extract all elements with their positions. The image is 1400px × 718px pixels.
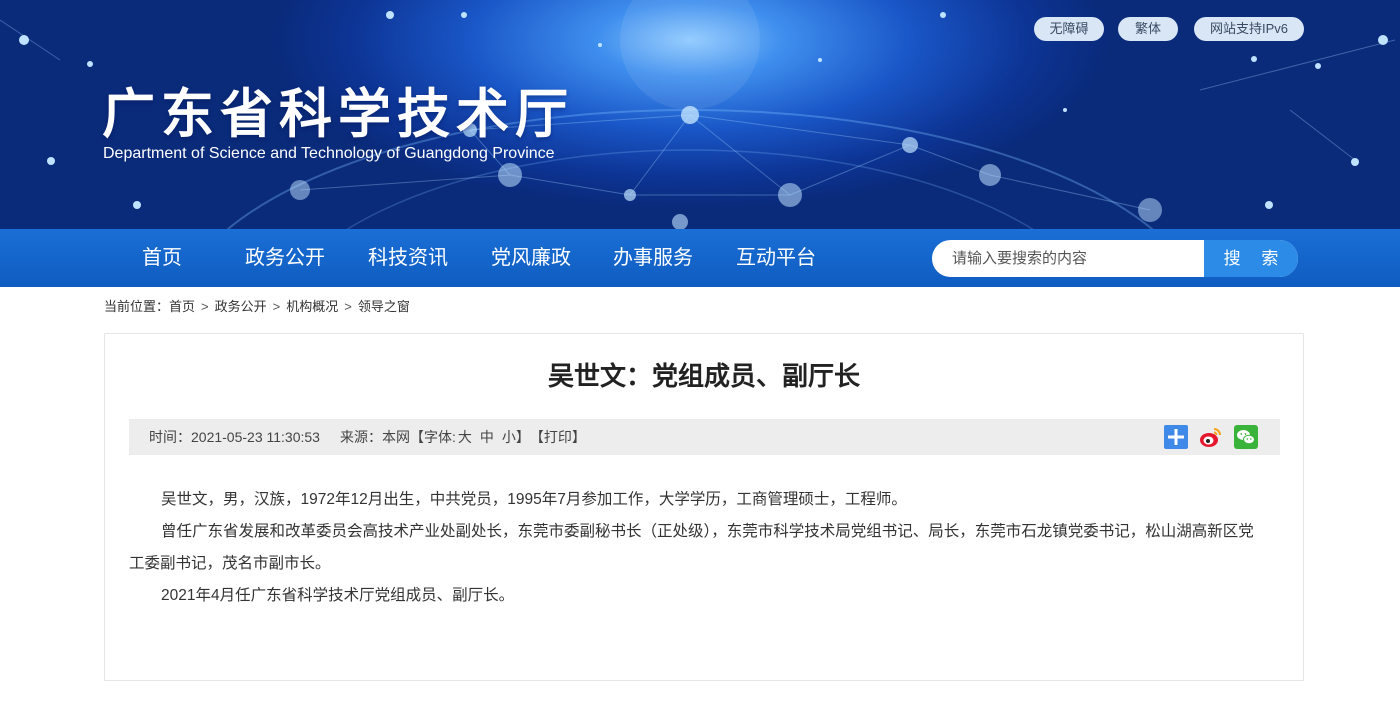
print-link[interactable]: 【打印】 <box>530 419 586 455</box>
article-title: 吴世文：党组成员、副厅长 <box>547 362 860 392</box>
ipv6-support-link[interactable]: 网站支持IPv6 <box>1194 17 1304 41</box>
breadcrumb-separator: > <box>344 299 352 314</box>
article-paragraph: 2021年4月任广东省科学技术厅党组成员、副厅长。 <box>161 587 515 604</box>
breadcrumb-leadership[interactable]: 领导之窗 <box>358 298 410 316</box>
nav-item-interaction[interactable]: 互动平台 <box>736 229 816 287</box>
search-box: 搜 索 <box>932 240 1298 277</box>
header-banner: 广东省科学技术厅 Department of Science and Techn… <box>0 0 1400 230</box>
search-input[interactable] <box>932 240 1204 277</box>
site-title: 广东省科学技术厅 <box>102 84 574 145</box>
article-body: 吴世文，男，汉族，1972年12月出生，中共党员，1995年7月参加工作，大学学… <box>129 484 1269 612</box>
traditional-chinese-link[interactable]: 繁体 <box>1118 17 1178 41</box>
search-button[interactable]: 搜 索 <box>1204 240 1298 277</box>
breadcrumb-home[interactable]: 首页 <box>169 298 195 316</box>
nav-item-sci-tech-news[interactable]: 科技资讯 <box>368 229 448 287</box>
nav-item-government-affairs[interactable]: 政务公开 <box>245 229 325 287</box>
breadcrumb: 当前位置：首页 > 政务公开 > 机构概况 > 领导之窗 <box>104 298 410 316</box>
font-size-close: 】 <box>515 429 530 445</box>
article-paragraph: 曾任广东省发展和改革委员会高技术产业处副处长，东莞市委副秘书长（正处级），东莞市… <box>129 523 1254 572</box>
font-size-small[interactable]: 小 <box>502 419 516 455</box>
breadcrumb-organization[interactable]: 机构概况 <box>286 298 338 316</box>
publish-time: 时间：2021-05-23 11:30:53 <box>149 429 320 445</box>
accessibility-link[interactable]: 无障碍 <box>1034 17 1104 41</box>
font-size-medium[interactable]: 中 <box>480 419 494 455</box>
site-subtitle: Department of Science and Technology of … <box>103 145 555 162</box>
article-source: 来源：本网 <box>339 429 410 445</box>
article-meta-bar: 时间：2021-05-23 11:30:53 来源：本网【字体: 大中小】【打印】 <box>129 419 1280 455</box>
nav-item-home[interactable]: 首页 <box>142 229 182 287</box>
wechat-icon[interactable] <box>1234 425 1258 449</box>
font-size-large[interactable]: 大 <box>458 419 472 455</box>
breadcrumb-government-affairs[interactable]: 政务公开 <box>215 298 267 316</box>
weibo-icon[interactable] <box>1199 425 1223 449</box>
article-paragraph: 吴世文，男，汉族，1972年12月出生，中共党员，1995年7月参加工作，大学学… <box>161 491 907 508</box>
article-container: 吴世文：党组成员、副厅长 时间：2021-05-23 11:30:53 来源：本网… <box>104 333 1304 681</box>
breadcrumb-label: 当前位置： <box>104 299 170 314</box>
article-meta: 时间：2021-05-23 11:30:53 来源：本网【字体: 大中小】【打印】 <box>149 419 586 455</box>
breadcrumb-separator: > <box>201 299 209 314</box>
font-size-label: 【字体: <box>409 429 456 445</box>
share-plus-icon[interactable] <box>1164 425 1188 449</box>
breadcrumb-separator: > <box>272 299 281 314</box>
nav-item-party-integrity[interactable]: 党风廉政 <box>491 229 571 287</box>
nav-item-services[interactable]: 办事服务 <box>613 229 693 287</box>
